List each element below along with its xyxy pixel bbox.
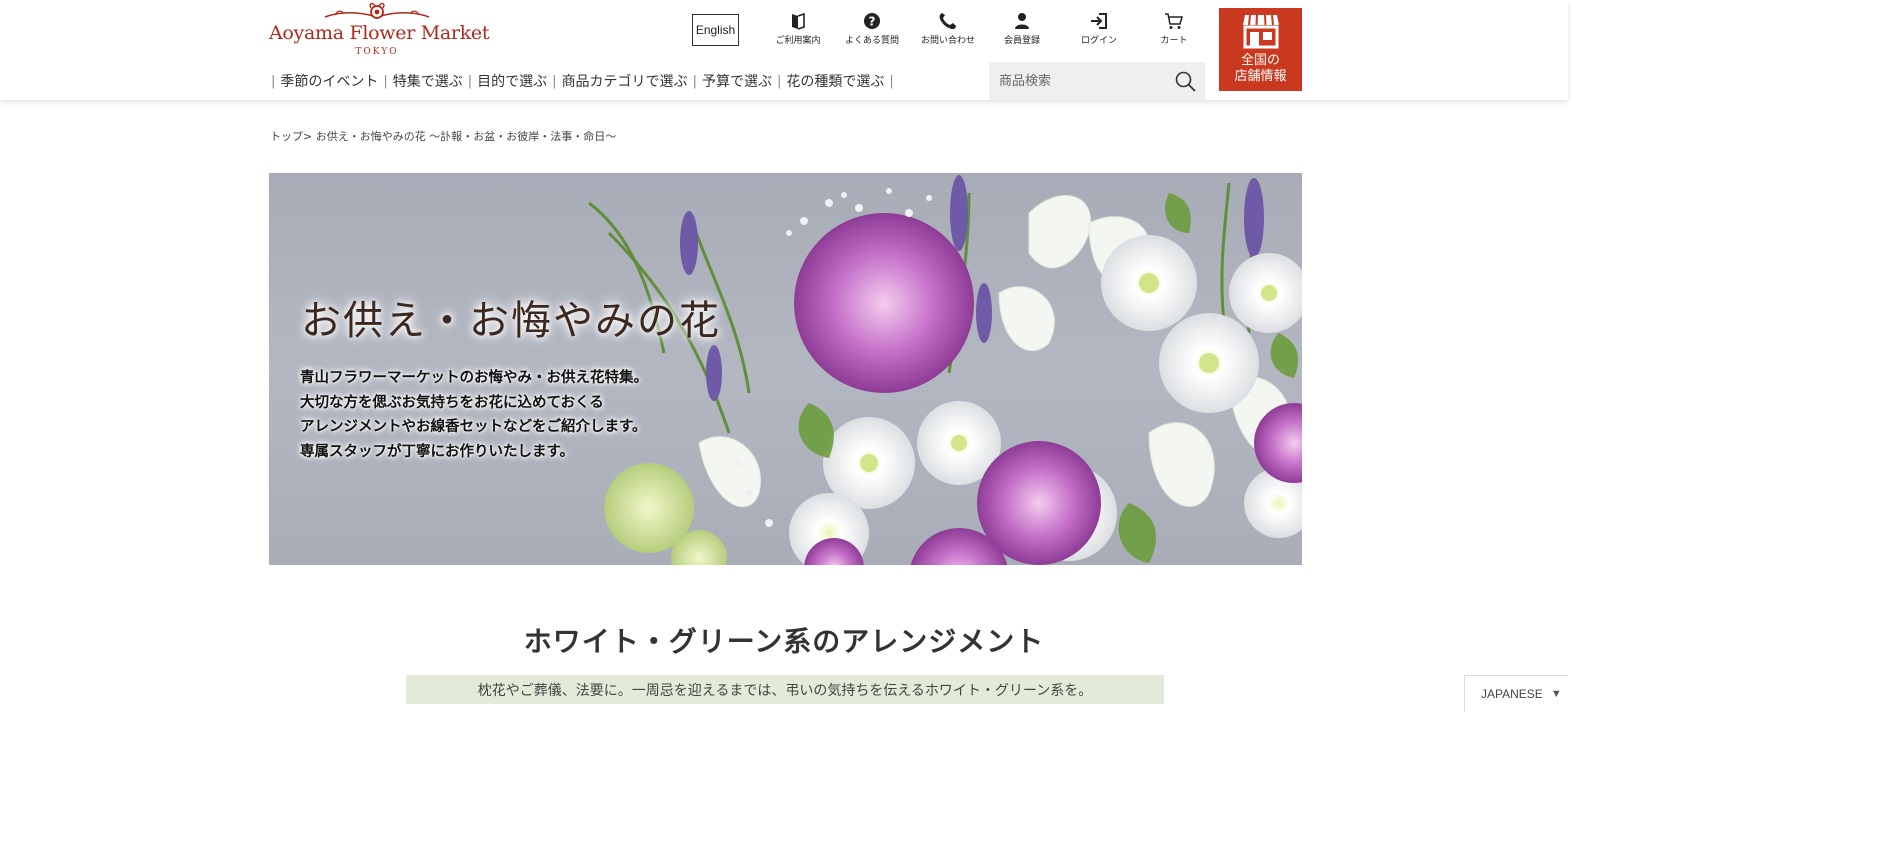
site-header: Aoyama Flower Market TOKYO English ご利用案内… (0, 0, 1568, 100)
guide-link[interactable]: ご利用案内 (762, 12, 834, 52)
nav-separator: | (552, 73, 557, 89)
search-input[interactable] (989, 62, 1159, 100)
logo-sub: TOKYO (355, 47, 399, 57)
search-icon[interactable] (1175, 71, 1196, 92)
login-icon (1091, 13, 1107, 29)
logo-name: Aoyama Flower Market (269, 22, 490, 44)
nav-separator: | (467, 73, 473, 89)
cart-link[interactable]: カート (1138, 12, 1210, 52)
login-label: ログイン (1080, 36, 1117, 46)
question-icon: ? (864, 13, 880, 29)
hero-title: お供え・お悔やみの花 (301, 298, 721, 344)
nav-item-category[interactable]: 商品カテゴリで選ぶ (562, 71, 688, 91)
breadcrumb[interactable]: トップ> お供え・お悔やみの花 〜訃報・お盆・お彼岸・法事・命日〜 (270, 128, 616, 144)
faq-label: よくある質問 (844, 36, 899, 46)
nav-separator: | (889, 73, 894, 89)
nav-item-purpose[interactable]: 目的で選ぶ (477, 71, 547, 91)
nav-separator: | (692, 73, 697, 89)
logo-flourish-icon (324, 2, 430, 19)
phone-icon (939, 13, 956, 30)
language-selector[interactable]: JAPANESE ▼ (1464, 675, 1568, 712)
guide-icon (792, 12, 805, 30)
store-info-label: 全国の 店舗情報 (1234, 53, 1287, 84)
login-link[interactable]: ログイン (1063, 12, 1135, 52)
register-label: 会員登録 (1003, 36, 1040, 46)
chevron-down-icon: ▼ (1550, 688, 1562, 700)
nav-separator: | (383, 73, 388, 89)
store-icon (1242, 14, 1279, 49)
nav-separator: | (271, 73, 276, 89)
section-title: ホワイト・グリーン系のアレンジメント (523, 625, 1045, 658)
section-subtitle: 枕花やご葬儀、法要に。一周忌を迎えるまでは、弔いの気持ちを伝えるホワイト・グリー… (406, 675, 1164, 704)
nav-item-budget[interactable]: 予算で選ぶ (702, 71, 772, 91)
contact-link[interactable]: お問い合わせ (912, 12, 984, 52)
cart-icon (1165, 13, 1183, 29)
english-button[interactable]: English (692, 14, 739, 46)
svg-text:?: ? (869, 15, 876, 29)
hero-line-2: 大切な方を偲ぶお気持ちをお花に込めておくる (300, 394, 604, 411)
contact-label: お問い合わせ (920, 36, 975, 46)
nav-item-features[interactable]: 特集で選ぶ (393, 71, 463, 91)
store-info-button[interactable]: 全国の 店舗情報 (1219, 8, 1302, 91)
member-icon (1015, 13, 1029, 29)
nav-item-seasonal-events[interactable]: 季節のイベント (280, 71, 378, 91)
cart-label: カート (1160, 36, 1188, 46)
register-link[interactable]: 会員登録 (986, 12, 1058, 52)
nav-separator: | (776, 73, 782, 89)
hero-description: 青山フラワーマーケットのお悔やみ・お供え花特集。 大切な方を偲ぶお気持ちをお花に… (300, 366, 648, 464)
search-box (989, 62, 1205, 100)
hero-line-1: 青山フラワーマーケットのお悔やみ・お供え花特集。 (300, 370, 648, 386)
hero-banner: お供え・お悔やみの花 青山フラワーマーケットのお悔やみ・お供え花特集。 大切な方… (269, 173, 1302, 565)
hero-line-4: 専属スタッフが丁寧にお作りいたします。 (300, 443, 575, 460)
guide-label: ご利用案内 (775, 36, 821, 46)
site-logo[interactable]: Aoyama Flower Market TOKYO (269, 2, 490, 60)
nav-item-flower-type[interactable]: 花の種類で選ぶ (786, 71, 884, 91)
main-nav: | 季節のイベント | 特集で選ぶ | 目的で選ぶ | 商品カテゴリで選ぶ | … (266, 71, 899, 91)
hero-line-3: アレンジメントやお線香セットなどをご紹介します。 (300, 419, 647, 435)
language-selector-label: JAPANESE (1481, 687, 1543, 701)
faq-link[interactable]: ? よくある質問 (836, 12, 908, 52)
